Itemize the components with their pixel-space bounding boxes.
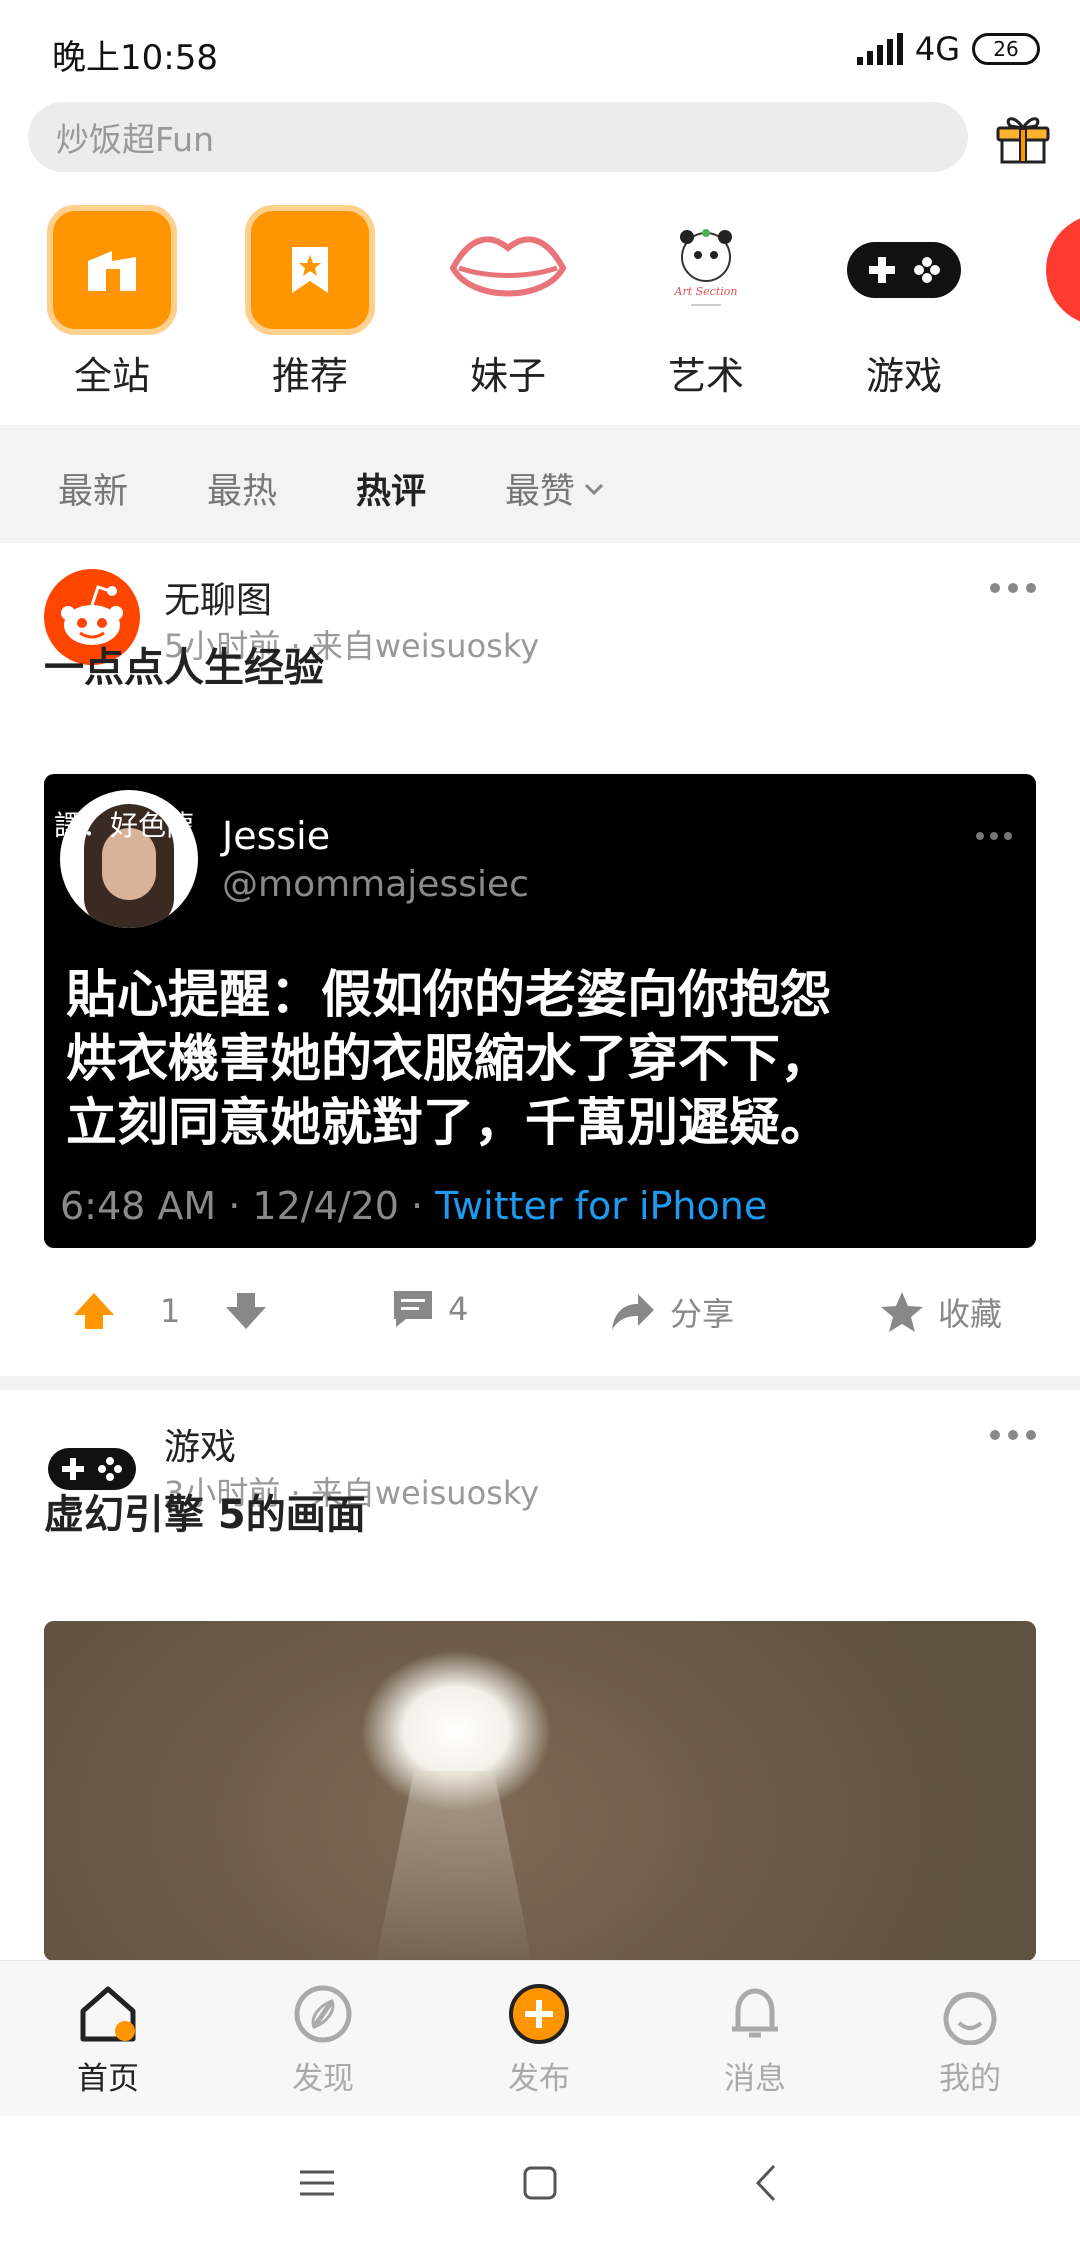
tweet-text: 貼心提醒：假如你的老婆向你抱怨 烘衣機害她的衣服縮水了穿不下， 立刻同意她就對了… <box>66 966 832 1153</box>
category-recommend[interactable]: 推荐 <box>235 205 385 400</box>
post-divider <box>0 1376 1080 1390</box>
category-games[interactable]: 游戏 <box>829 205 979 400</box>
tab-hottest[interactable]: 最热 <box>207 463 277 514</box>
category-label: 艺术 <box>667 354 744 398</box>
downvote-arrow-icon[interactable] <box>224 1289 268 1333</box>
category-strip: 全站 推荐 妹子 Art Section 艺术 游戏 无 <box>0 205 1080 425</box>
favorite-label: 收藏 <box>938 1295 1003 1333</box>
upvote-arrow-icon[interactable] <box>72 1289 116 1333</box>
menu-icon[interactable] <box>290 2156 344 2210</box>
category-girls[interactable]: 妹子 <box>433 205 583 400</box>
tweet-source: Twitter for iPhone <box>435 1184 768 1228</box>
category-art[interactable]: Art Section 艺术 <box>631 205 781 400</box>
post-card[interactable]: 游戏 3小时前 · 来自weisuosky 虚幻引擎 5的画面 <box>0 1390 1080 1960</box>
tab-most-liked-label: 最赞 <box>505 472 576 512</box>
nav-label: 消息 <box>724 2061 786 2097</box>
upvote-count: 1 <box>160 1292 181 1330</box>
category-label: 妹子 <box>469 354 546 398</box>
bottom-nav: 首页 发现 发布 消息 我的 <box>0 1960 1080 2116</box>
tweet-handle: @mommajessiec <box>222 864 529 905</box>
nav-label: 发布 <box>508 2061 570 2097</box>
partial-red-icon <box>1037 205 1080 335</box>
plus-circle-icon <box>509 1984 569 2044</box>
post-image[interactable]: 譯：好色龍 Jessie @mommajessiec 貼心提醒：假如你的老婆向你… <box>44 774 1036 1248</box>
share-button[interactable]: 分享 <box>610 1289 734 1335</box>
gift-icon[interactable] <box>994 108 1052 166</box>
signal-icon <box>856 33 903 65</box>
upvote-group: 1 <box>72 1289 268 1333</box>
tab-newest[interactable]: 最新 <box>58 463 128 514</box>
art-section-panda-icon: Art Section <box>641 205 771 335</box>
category-label: 全站 <box>73 354 150 398</box>
category-label: 推荐 <box>271 354 348 398</box>
post-actions: 1 4 分享 收藏 <box>0 1271 1080 1351</box>
nav-label: 我的 <box>939 2061 1001 2097</box>
profile-mascot-icon <box>943 1992 997 2045</box>
more-options-icon[interactable] <box>990 1430 1036 1440</box>
nav-discover[interactable]: 发现 <box>253 1983 393 2098</box>
tab-most-liked[interactable]: 最赞 <box>505 463 605 514</box>
network-type: 4G <box>914 30 960 68</box>
tweet-footer: 6:48 AM · 12/4/20 · Twitter for iPhone <box>60 1184 767 1228</box>
tweet-more-icon <box>976 832 1012 840</box>
star-icon <box>881 1292 923 1332</box>
comment-count: 4 <box>448 1290 469 1328</box>
comment-button[interactable]: 4 <box>392 1289 468 1329</box>
post-category[interactable]: 无聊图 <box>164 571 272 623</box>
category-label: 游戏 <box>865 354 942 398</box>
favorite-button[interactable]: 收藏 <box>880 1289 1002 1335</box>
system-nav-bar <box>0 2116 1080 2248</box>
status-time: 晚上10:58 <box>52 38 218 78</box>
chevron-down-icon <box>584 483 604 495</box>
sort-tabs: 最新 最热 热评 最赞 <box>0 425 1080 543</box>
gamepad-icon <box>839 205 969 335</box>
nav-messages[interactable]: 消息 <box>685 1983 825 2098</box>
post-category[interactable]: 游戏 <box>164 1418 236 1470</box>
bookmark-star-icon <box>245 205 375 335</box>
cave-photo <box>44 1621 1036 1960</box>
tweet-time: 6:48 AM · 12/4/20 · <box>60 1184 436 1228</box>
category-label: 无 <box>1027 345 1080 400</box>
status-bar: 晚上10:58 4G 26 <box>0 0 1080 96</box>
status-indicators: 4G 26 <box>856 30 1040 68</box>
tab-hot-comments[interactable]: 热评 <box>356 463 426 514</box>
share-icon <box>612 1294 654 1330</box>
category-more[interactable]: 无 <box>1027 205 1080 400</box>
lips-icon <box>443 205 573 335</box>
post-card[interactable]: 无聊图 5小时前 · 来自weisuosky 一点点人生经验 譯：好色龍 Jes… <box>0 543 1080 1376</box>
post-title: 一点点人生经验 <box>44 645 324 691</box>
more-options-icon[interactable] <box>990 583 1036 593</box>
home-building-icon <box>47 205 177 335</box>
nav-label: 首页 <box>77 2061 139 2097</box>
nav-label: 发现 <box>292 2061 354 2097</box>
comment-icon <box>394 1291 432 1327</box>
svg-text:Art Section: Art Section <box>674 285 738 298</box>
tweet-name: Jessie <box>222 814 331 858</box>
post-image[interactable] <box>44 1621 1036 1960</box>
post-title: 虚幻引擎 5的画面 <box>44 1492 366 1538</box>
back-icon[interactable] <box>740 2156 794 2210</box>
category-all[interactable]: 全站 <box>37 205 187 400</box>
home-icon <box>80 1986 136 2042</box>
search-input[interactable]: 炒饭超Fun <box>28 102 968 172</box>
home-square-icon[interactable] <box>513 2156 567 2210</box>
share-label: 分享 <box>670 1295 735 1333</box>
compass-icon <box>294 1985 352 2043</box>
nav-publish[interactable]: 发布 <box>469 1983 609 2098</box>
battery-icon: 26 <box>972 33 1040 65</box>
tweet-screenshot: 譯：好色龍 Jessie @mommajessiec 貼心提醒：假如你的老婆向你… <box>44 774 1036 1248</box>
tweet-translator: 譯：好色龍 <box>54 809 195 842</box>
nav-profile[interactable]: 我的 <box>900 1983 1040 2098</box>
bell-icon <box>732 1988 778 2038</box>
nav-home[interactable]: 首页 <box>38 1983 178 2098</box>
